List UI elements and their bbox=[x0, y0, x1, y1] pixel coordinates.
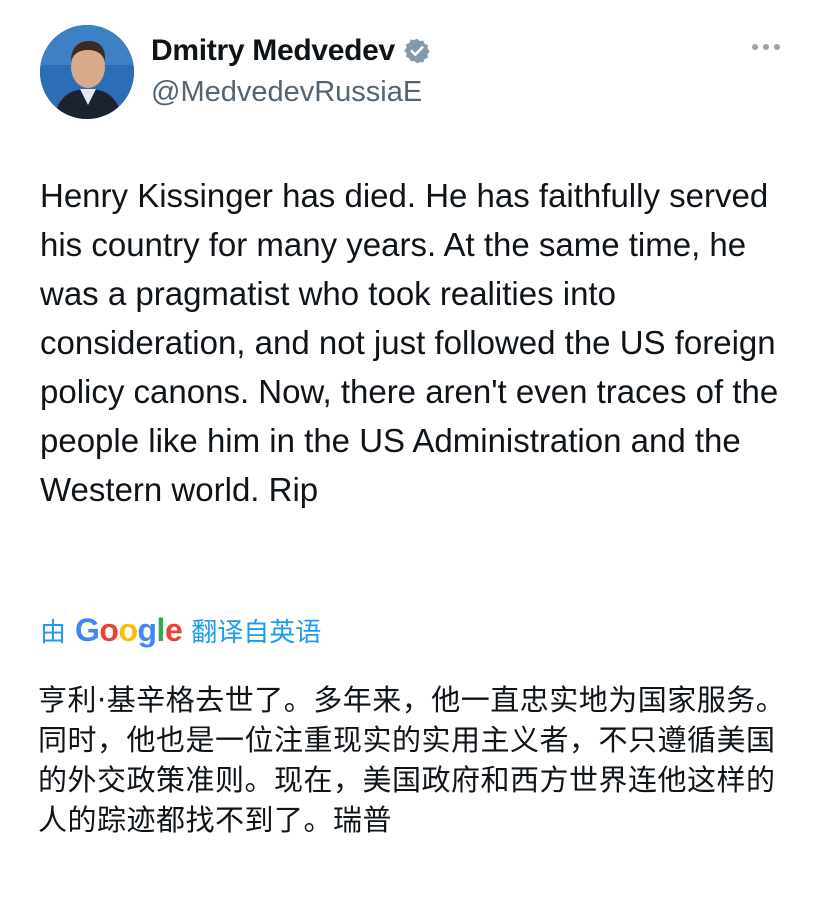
google-letter: l bbox=[156, 612, 166, 648]
user-handle[interactable]: @MedvedevRussiaE bbox=[151, 76, 422, 109]
display-name[interactable]: Dmitry Medvedev bbox=[151, 34, 431, 68]
avatar[interactable] bbox=[40, 25, 134, 119]
display-name-text: Dmitry Medvedev bbox=[151, 34, 395, 67]
google-letter: G bbox=[75, 612, 100, 648]
google-logo: Google bbox=[75, 612, 183, 649]
google-letter: o bbox=[99, 612, 119, 648]
translation-suffix: 翻译自英语 bbox=[191, 618, 322, 648]
more-dot bbox=[774, 44, 780, 50]
more-dot bbox=[763, 44, 769, 50]
verified-badge-icon bbox=[403, 37, 431, 65]
translated-text: 亨利·基辛格去世了。多年来，他一直忠实地为国家服务。同时，他也是一位注重现实的实… bbox=[38, 683, 786, 837]
google-letter: e bbox=[164, 612, 183, 648]
google-letter: o bbox=[118, 612, 138, 648]
translated-by-google-link[interactable]: 由 Google 翻译自英语 bbox=[40, 612, 321, 649]
profile-photo bbox=[40, 25, 134, 119]
translation-prefix: 由 bbox=[40, 618, 67, 648]
more-options-icon[interactable] bbox=[746, 38, 786, 56]
more-dot bbox=[752, 44, 758, 50]
tweet-text: Henry Kissinger has died. He has faithfu… bbox=[40, 177, 779, 508]
google-letter: g bbox=[137, 612, 158, 648]
